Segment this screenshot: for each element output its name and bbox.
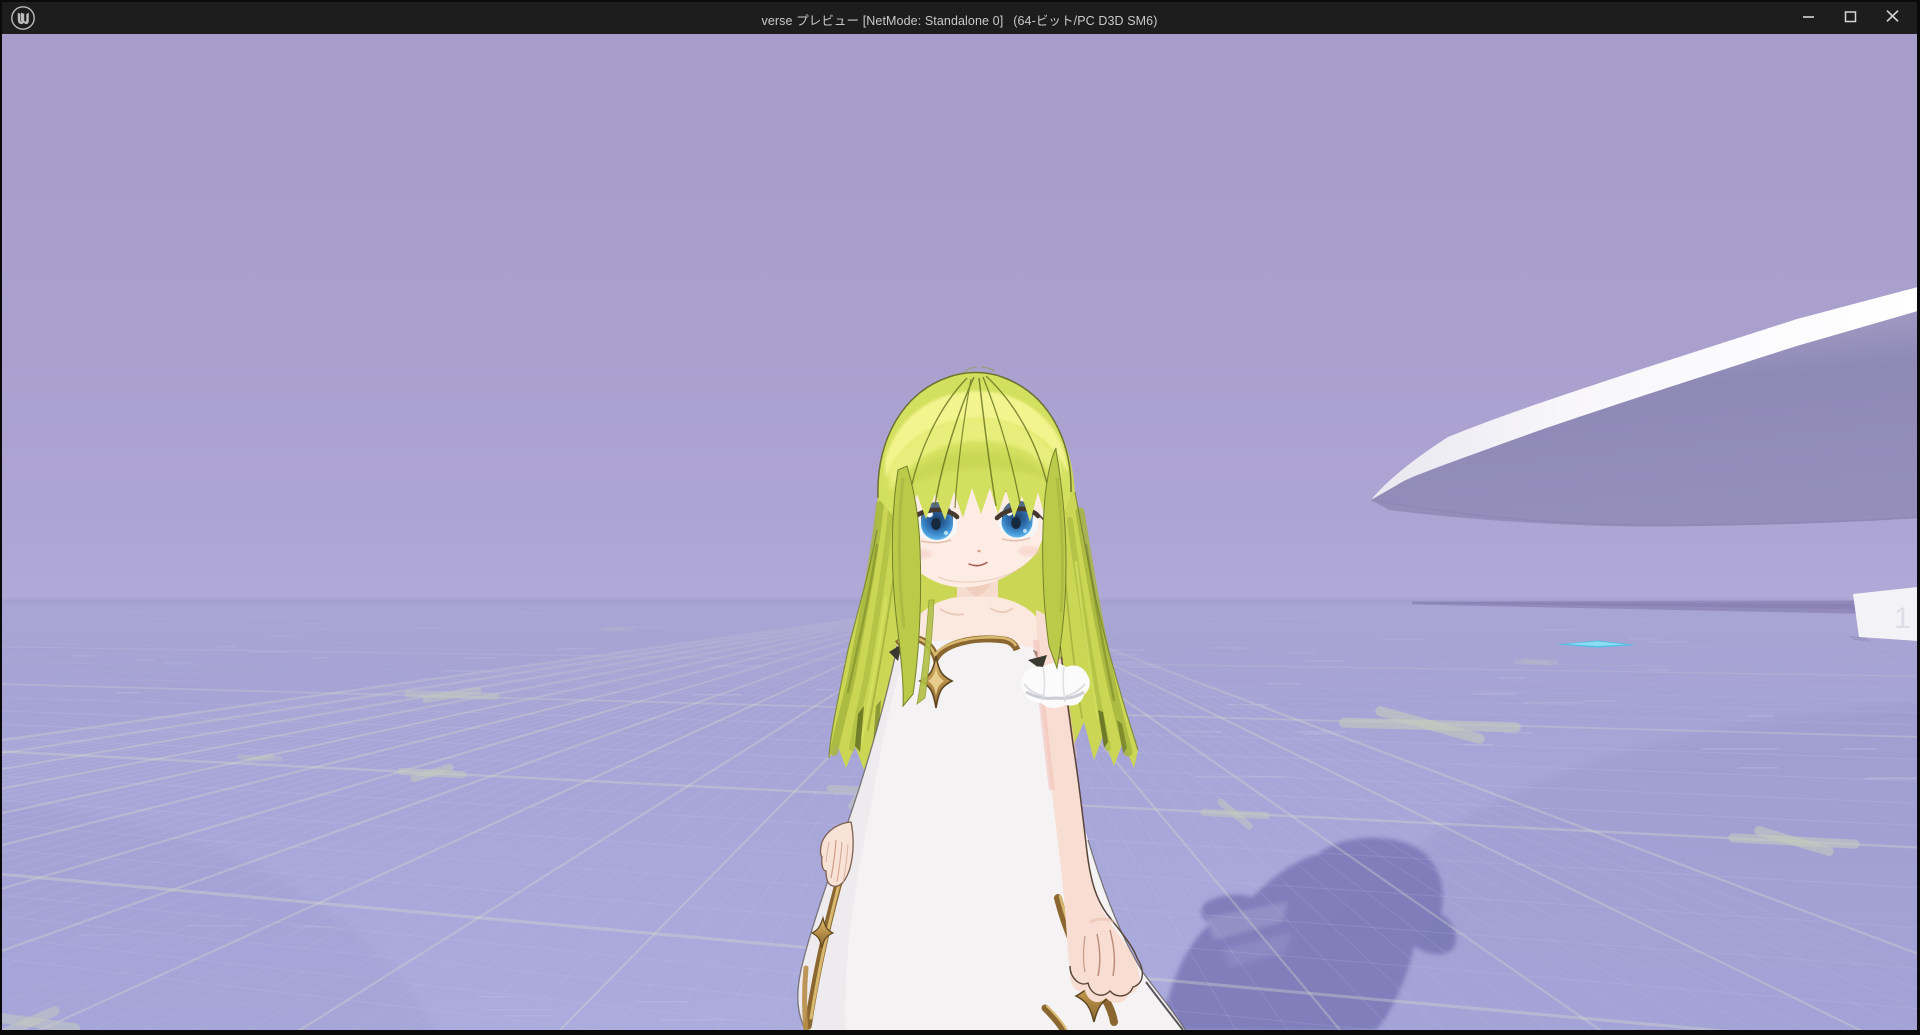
svg-text:1: 1: [1894, 602, 1911, 635]
